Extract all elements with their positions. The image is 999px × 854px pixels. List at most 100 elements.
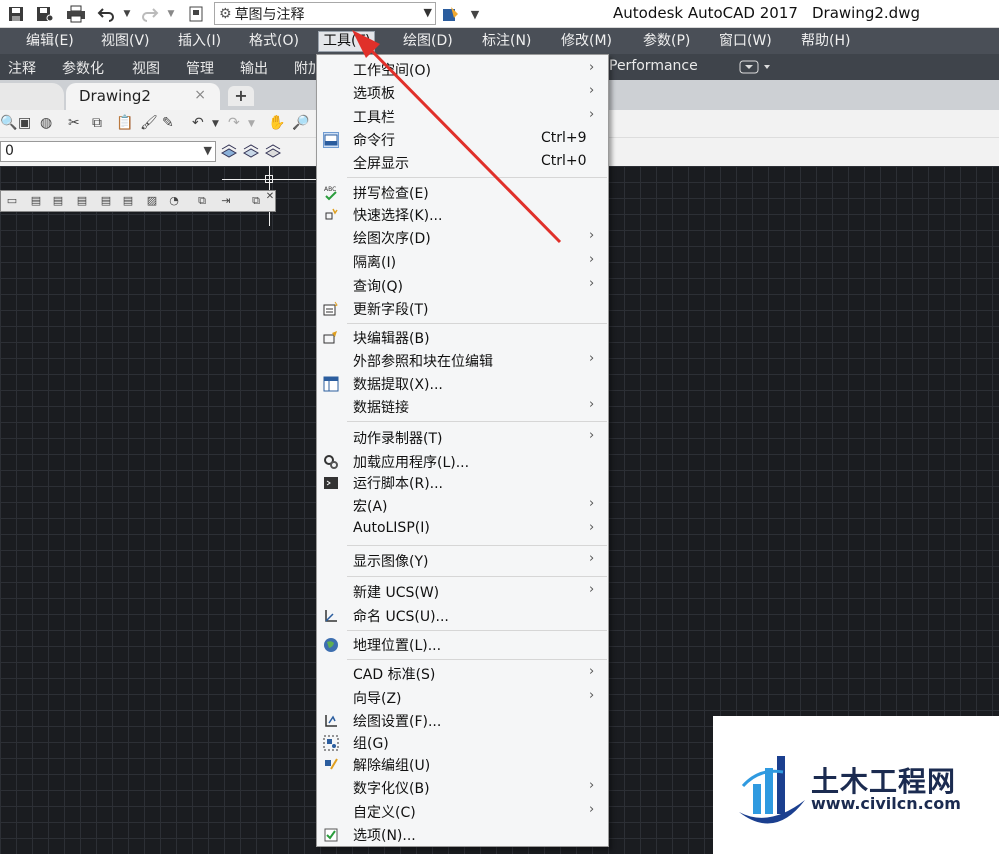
plot-preview-icon[interactable]: ▣ [18,115,31,131]
menu-format[interactable]: 格式(O) [245,31,303,52]
tab-annotate[interactable]: 注释 [8,58,36,78]
print-icon[interactable] [64,3,88,25]
attach-dwg-icon[interactable]: ▤ [27,192,45,210]
new-tab-button[interactable]: + [228,86,254,106]
cut-icon[interactable]: ✂ [68,115,80,131]
menu-item-data-extraction[interactable]: 数据提取(X)... [317,373,608,395]
menu-item-drafting-settings[interactable]: 绘图设置(F)... [317,710,608,732]
menu-item-cad-standards[interactable]: CAD 标准(S) › [317,663,608,685]
redo-icon[interactable] [140,3,160,25]
menu-item-palettes[interactable]: 选项板 › [317,82,608,104]
menu-item-update-fields[interactable]: 更新字段(T) [317,298,608,320]
undo-icon[interactable]: ↶ [192,115,204,131]
block-editor-icon[interactable]: ✎ [162,115,174,131]
menu-draw[interactable]: 绘图(D) [399,31,457,52]
publish-icon[interactable]: ◍ [40,115,52,131]
menu-item-action-recorder[interactable]: 动作录制器(T) › [317,427,608,449]
menu-item-isolate[interactable]: 隔离(I) › [317,251,608,273]
spell-check-icon: ABC [323,185,339,201]
menu-edit[interactable]: 编辑(E) [22,31,78,52]
attach-dwg-ref-icon[interactable]: ▤ [49,192,67,210]
undo-dropdown-icon[interactable]: ▼ [212,119,219,129]
menu-item-inquiry[interactable]: 查询(Q) › [317,275,608,297]
geo-location-icon [323,637,339,653]
attach-dwf-icon[interactable]: ▤ [73,192,91,210]
menu-item-tablet[interactable]: 数字化仪(B) › [317,777,608,799]
menu-item-workspaces[interactable]: 工作空间(O) › [317,59,608,81]
tab-view[interactable]: 视图 [132,58,160,78]
tab-drawing2[interactable]: Drawing2 × [66,83,220,110]
menu-tools[interactable]: 工具(T) [318,31,376,52]
menu-window[interactable]: 窗口(W) [715,31,776,52]
ribbon-minimize-button[interactable] [739,59,773,75]
menu-item-clean-screen[interactable]: 全屏显示 Ctrl+0 [317,152,608,174]
chevron-right-icon: › [589,228,595,243]
save-icon[interactable] [6,3,26,25]
menu-item-named-ucs[interactable]: 命名 UCS(U)... [317,605,608,627]
menu-item-ungroup[interactable]: 解除编组(U) [317,754,608,776]
tab-parametric[interactable]: 参数化 [62,58,104,78]
menu-item-group[interactable]: 组(G) [317,732,608,754]
import-icon[interactable]: ⇥ [217,192,235,210]
insert-block-icon[interactable]: ▭ [3,192,21,210]
menu-dimension[interactable]: 标注(N) [478,31,535,52]
menu-item-spelling[interactable]: ABC 拼写检查(E) [317,182,608,204]
tab-output[interactable]: 输出 [240,58,268,78]
menu-item-run-script[interactable]: 运行脚本(R)... [317,472,608,494]
watermark-logo [739,756,805,824]
external-ref-icon[interactable]: ⧉ [247,192,265,210]
menu-item-macros[interactable]: 宏(A) › [317,495,608,517]
undo-dropdown-icon[interactable]: ▼ [122,3,132,25]
menu-item-toolbars[interactable]: 工具栏 › [317,106,608,128]
layer-dropdown[interactable]: 0 ▼ [0,141,216,162]
ole-object-icon[interactable]: ⧉ [193,192,211,210]
customize-qa-icon[interactable]: ▼ [468,3,482,25]
attach-image-icon[interactable]: ▨ [143,192,161,210]
menu-item-options[interactable]: 选项(N)... [317,824,608,846]
make-current-layer-icon[interactable] [220,143,238,163]
tab-start[interactable] [0,83,64,110]
undo-icon[interactable] [96,3,116,25]
match-properties-icon[interactable]: 🖌 [140,115,158,131]
menu-item-autolisp[interactable]: AutoLISP(I) › [317,519,608,541]
layer-properties-icon[interactable] [264,143,282,163]
attach-pdf-icon[interactable]: ▤ [119,192,137,210]
menu-parametric[interactable]: 参数(P) [639,31,694,52]
tab-manage[interactable]: 管理 [186,58,214,78]
menu-item-quick-select[interactable]: 快速选择(K)... [317,204,608,226]
menu-item-wizards[interactable]: 向导(Z) › [317,687,608,709]
menu-item-draw-order[interactable]: 绘图次序(D) › [317,227,608,249]
menu-insert[interactable]: 插入(I) [174,31,225,52]
menu-view[interactable]: 视图(V) [97,31,154,52]
redo-dropdown-icon[interactable]: ▼ [166,3,176,25]
workspace-selector[interactable]: ⚙ 草图与注释 ▼ [214,2,436,25]
share-icon[interactable] [440,3,462,25]
menu-item-load-application[interactable]: 加载应用程序(L)... [317,451,608,473]
zoom-realtime-icon[interactable]: 🔎 [292,115,309,131]
menu-help[interactable]: 帮助(H) [797,31,854,52]
menu-item-xref-in-place-edit[interactable]: 外部参照和块在位编辑 › [317,350,608,372]
menu-item-new-ucs[interactable]: 新建 UCS(W) › [317,581,608,603]
attach-dgn-icon[interactable]: ▤ [97,192,115,210]
redo-dropdown-icon[interactable]: ▼ [248,119,255,129]
menu-item-customize[interactable]: 自定义(C) › [317,801,608,823]
menu-item-data-links[interactable]: 数据链接 › [317,396,608,418]
tab-performance[interactable]: Performance [609,58,698,74]
close-icon[interactable]: ✕ [265,188,275,206]
redo-icon[interactable]: ↷ [228,115,240,131]
pan-icon[interactable]: ✋ [268,115,285,131]
close-icon[interactable]: × [194,87,206,103]
copy-icon[interactable]: ⧉ [92,115,102,131]
attach-pointcloud-icon[interactable]: ◔ [165,192,183,210]
menu-item-display-image[interactable]: 显示图像(Y) › [317,550,608,572]
menu-item-block-editor[interactable]: 块编辑器(B) [317,327,608,349]
plot-icon[interactable] [186,3,206,25]
zoom-icon[interactable]: 🔍 [0,115,17,131]
menu-item-geographic-location[interactable]: 地理位置(L)... [317,634,608,656]
menu-item-command-line[interactable]: 命令行 Ctrl+9 [317,129,608,151]
save-as-icon[interactable] [34,3,56,25]
paste-icon[interactable]: 📋 [116,115,133,131]
menu-modify[interactable]: 修改(M) [557,31,616,52]
layer-previous-icon[interactable] [242,143,260,163]
data-extraction-icon [323,376,339,392]
